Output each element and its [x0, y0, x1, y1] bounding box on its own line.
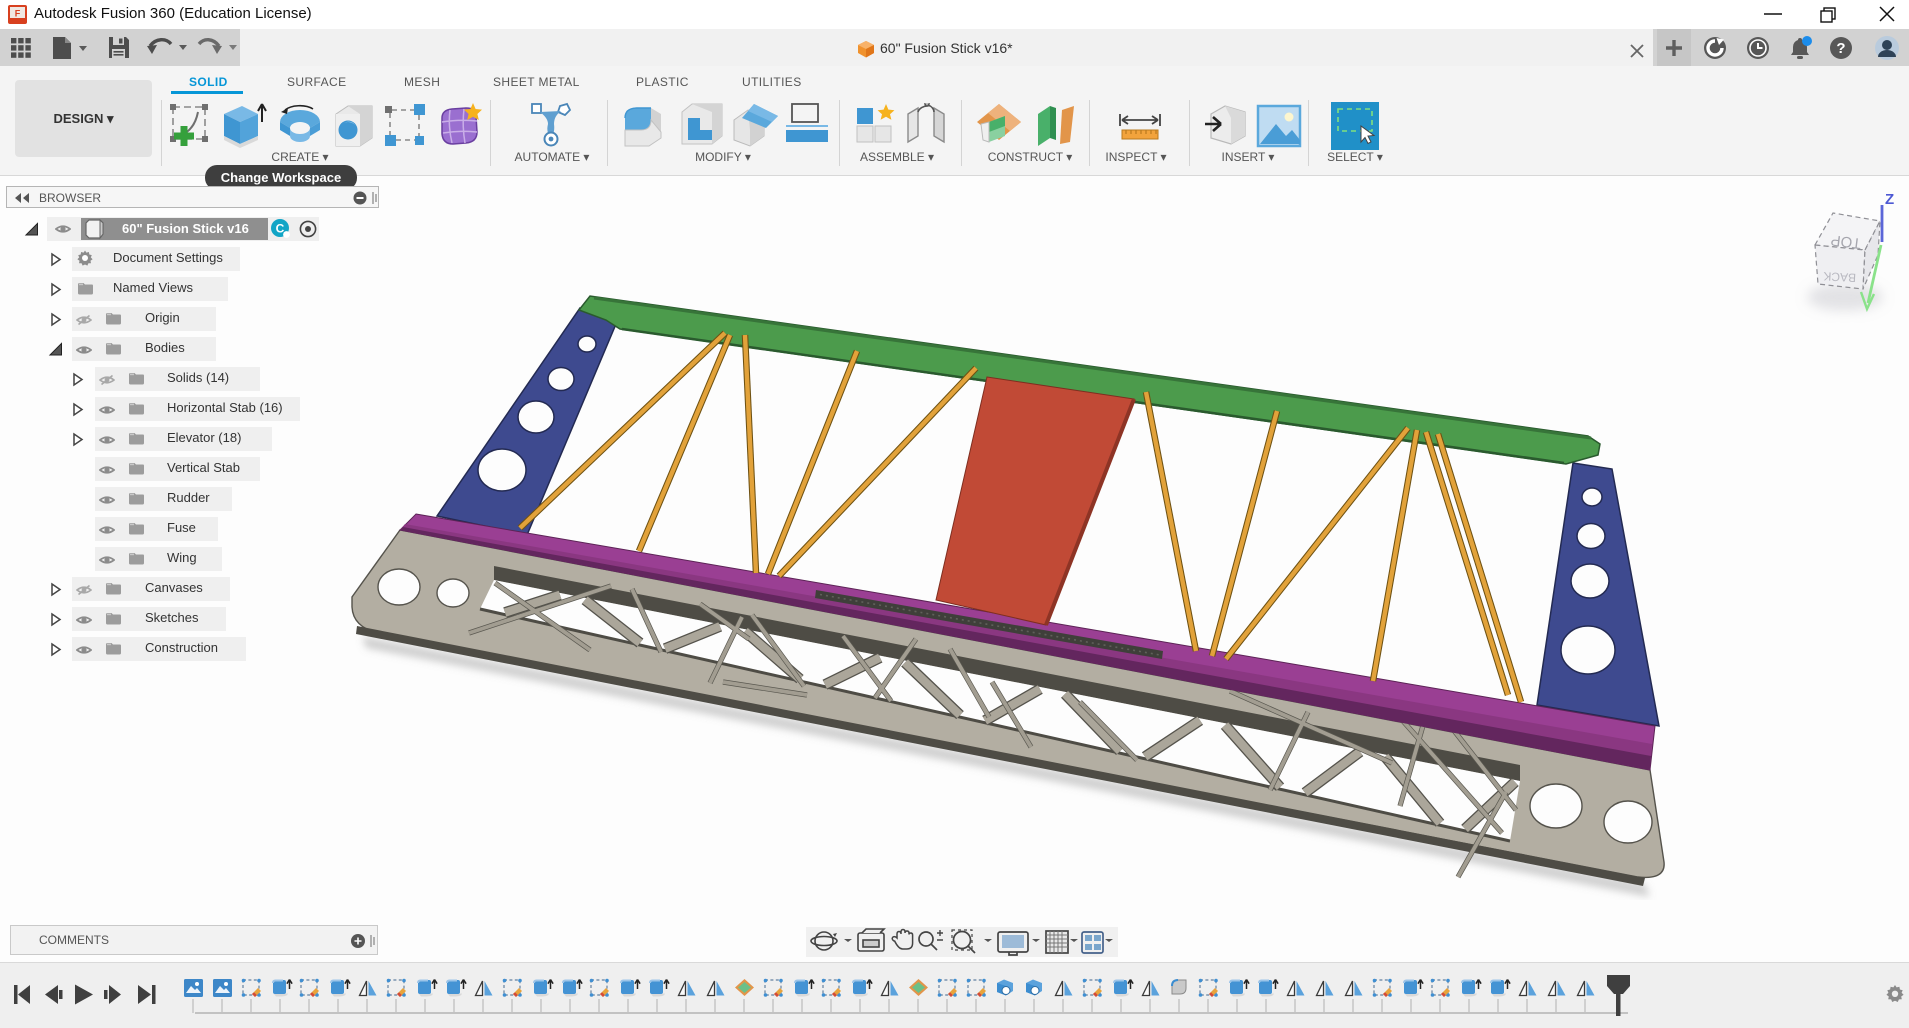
svg-text:?: ?: [1836, 40, 1845, 57]
svg-text:F: F: [15, 9, 21, 19]
svg-text:Z: Z: [1885, 191, 1894, 208]
svg-text:BACK: BACK: [1823, 269, 1856, 285]
